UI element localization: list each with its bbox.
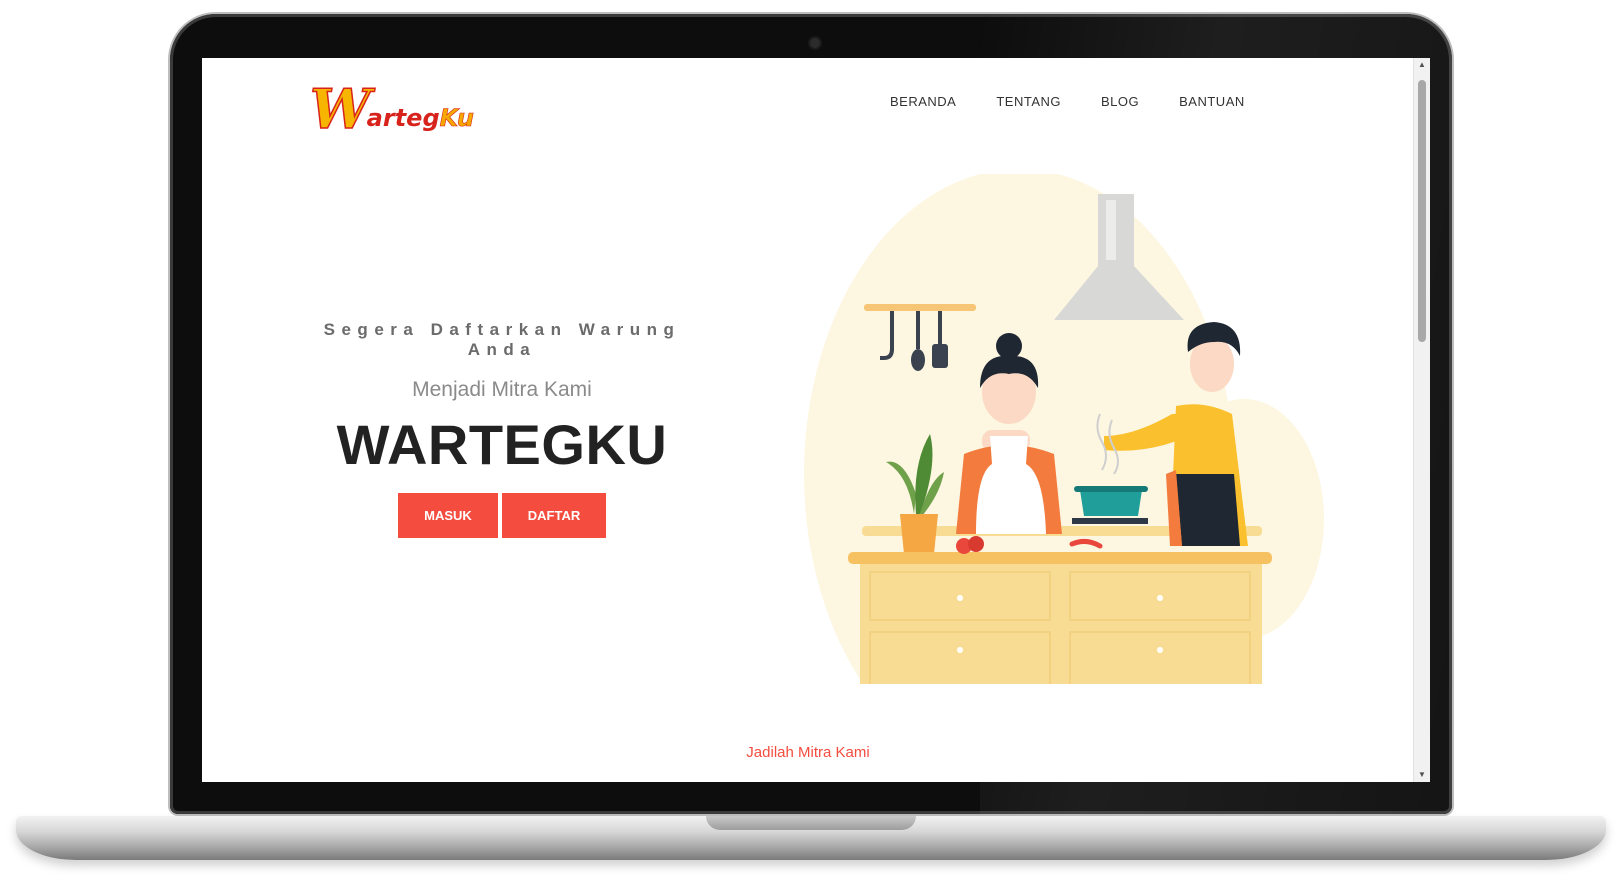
nav-blog[interactable]: BLOG [1101,94,1139,109]
scroll-thumb[interactable] [1418,80,1426,342]
range-hood-highlight [1106,200,1116,260]
spatula-handle [938,311,942,345]
cabinet-knob [957,647,963,653]
hero-buttons: MASUK DAFTAR [292,493,712,538]
browser-viewport: W artegKu BERANDA TENTANG BLOG BANTUAN S… [202,58,1430,782]
login-button[interactable]: MASUK [398,493,498,538]
register-button[interactable]: DAFTAR [502,493,606,538]
scroll-up-icon[interactable]: ▲ [1414,58,1430,72]
logo-letter-w: W [309,77,371,141]
drawer-knob [1157,595,1163,601]
cabinet-knob [1157,647,1163,653]
utensil-rail [864,304,976,311]
logo-ku: Ku [439,104,474,132]
logo-wordmark: artegKu [366,104,475,132]
spoon-handle [916,311,920,349]
scroll-down-icon[interactable]: ▼ [1414,768,1430,782]
next-section-title: Jadilah Mitra Kami [746,744,870,761]
hero-section: Segera Daftarkan Warung Anda Menjadi Mit… [292,320,712,538]
man-pants [1176,474,1240,546]
counter-top [848,552,1272,564]
hero-brand-title: WARTEGKU [336,413,668,476]
spoon-icon [911,349,925,371]
hero-subtitle: Menjadi Mitra Kami [412,378,592,401]
page-scrollbar[interactable]: ▲ ▼ [1413,58,1430,782]
site-logo[interactable]: W artegKu [309,76,474,141]
laptop-notch [706,816,916,830]
hero-tagline: Segera Daftarkan Warung Anda [323,320,681,359]
logo-arteg: arteg [366,104,440,132]
cooking-pot [1080,490,1142,516]
spatula-icon [932,344,948,368]
counter-cabinet [860,564,1262,684]
pot-lid [1074,486,1148,492]
tomato-icon [968,536,984,552]
nav-bantuan[interactable]: BANTUAN [1179,94,1245,109]
main-nav: BERANDA TENTANG BLOG BANTUAN [890,94,1245,109]
nav-beranda[interactable]: BERANDA [890,94,956,109]
nav-tentang[interactable]: TENTANG [996,94,1061,109]
webcam-icon [810,38,820,48]
drawer-knob [957,595,963,601]
plant-pot [900,514,938,554]
cooking-couple-illustration [804,174,1324,684]
stove-grate [1072,518,1148,524]
woman-hair-bun [996,333,1022,359]
